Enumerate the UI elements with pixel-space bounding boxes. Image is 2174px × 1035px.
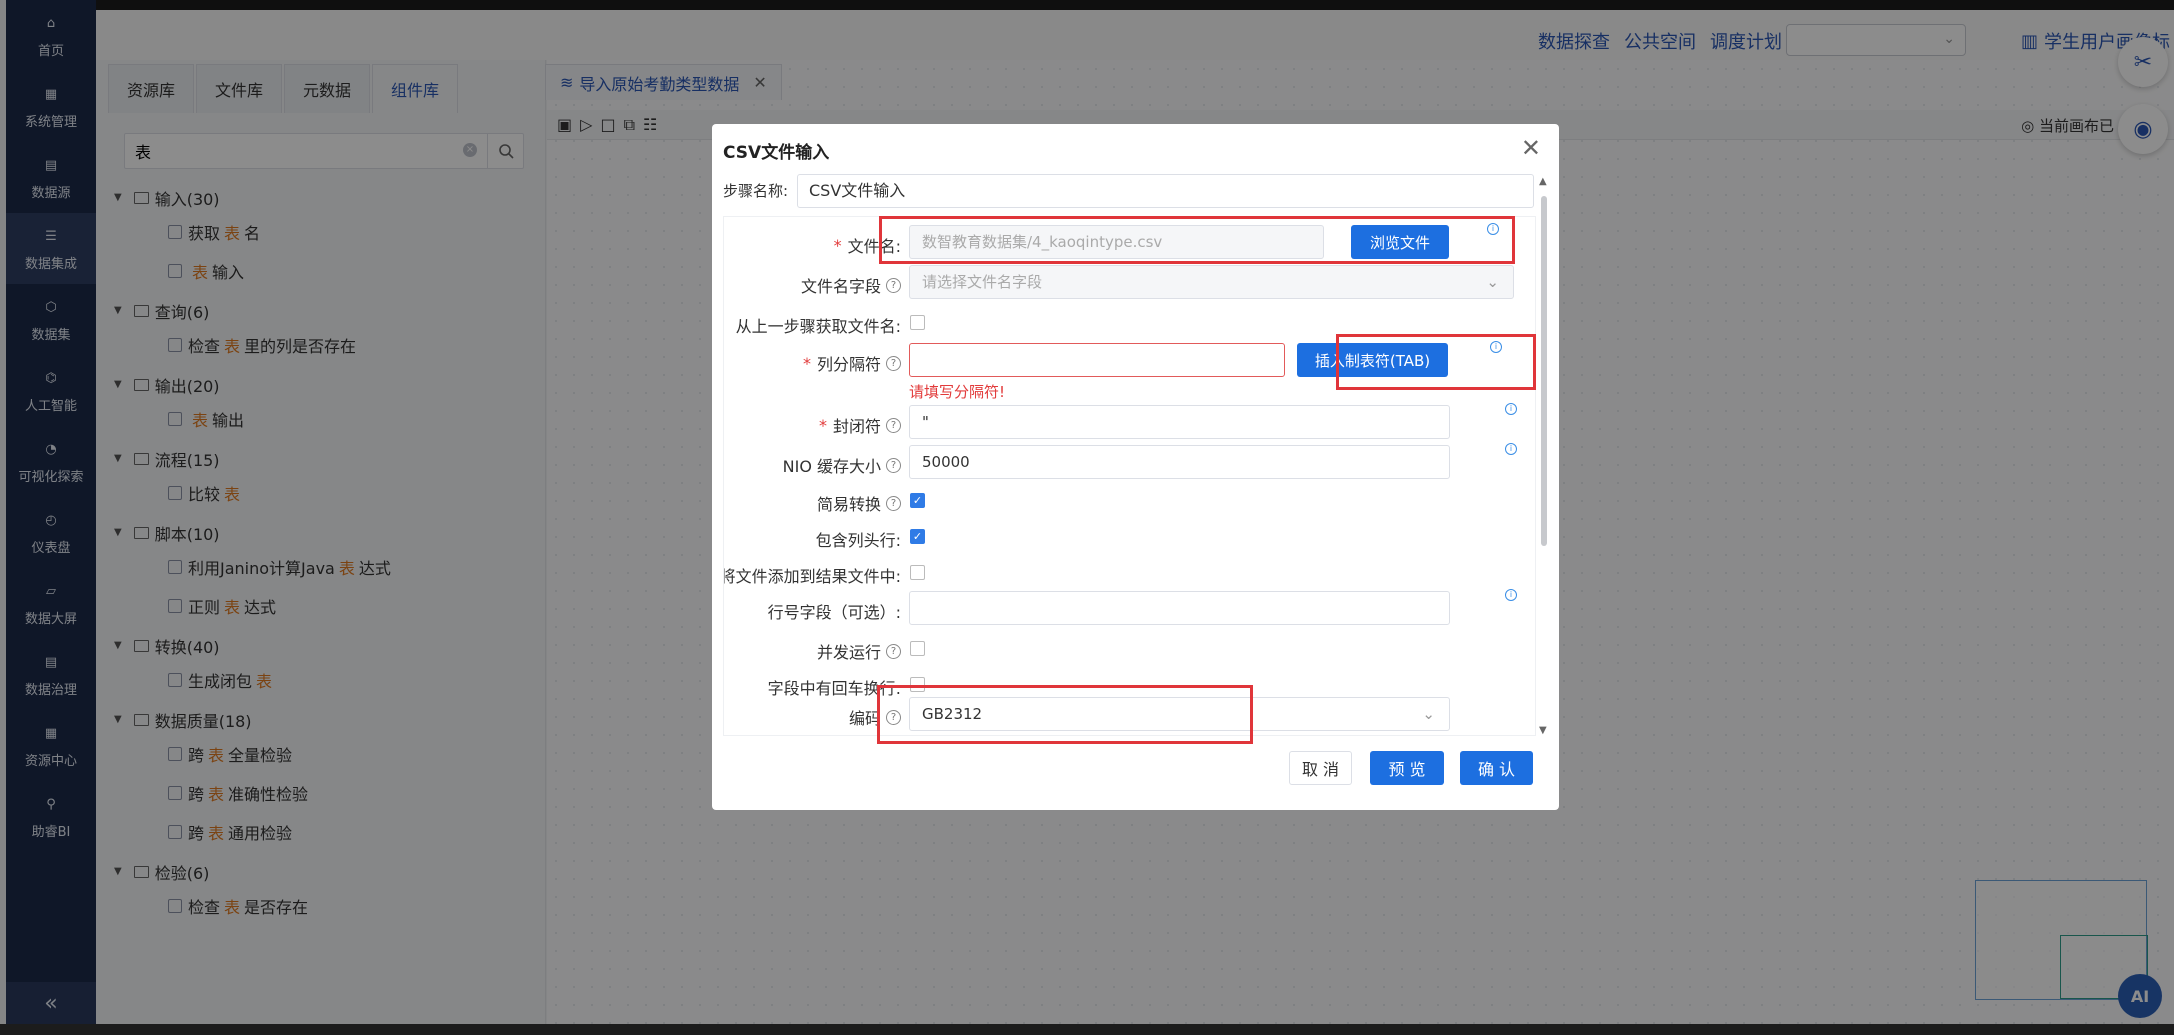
add-result-label: 将文件添加到结果文件中: (723, 567, 901, 586)
header-checkbox[interactable]: ✓ (910, 529, 925, 544)
row-enclosure: * 封闭符? " i (724, 403, 1535, 441)
row-simple: 简易转换? ✓ (724, 483, 1535, 519)
separator-label: * 列分隔符? (803, 351, 901, 375)
filename-field-select[interactable]: 请选择文件名字段 ⌄ (909, 265, 1514, 299)
chevron-down-icon: ⌄ (1486, 273, 1499, 291)
step-name-input[interactable]: CSV文件输入 (797, 174, 1534, 208)
help-icon: ? (886, 417, 901, 433)
enclosure-label: * 封闭符? (819, 413, 901, 437)
from-prev-label: 从上一步骤获取文件名: (735, 317, 901, 336)
highlight-filename (879, 216, 1515, 264)
cancel-button[interactable]: 取 消 (1289, 751, 1352, 785)
row-add-result: 将文件添加到结果文件中: (723, 555, 1535, 591)
enclosure-input[interactable]: " (909, 405, 1450, 439)
scroll-down-icon[interactable]: ▼ (1539, 725, 1547, 736)
scroll-up-icon[interactable]: ▲ (1539, 176, 1547, 187)
separator-error: 请填写分隔符! (909, 383, 1006, 401)
bottom-bar (0, 1024, 2174, 1035)
row-parallel: 并发运行? (724, 631, 1535, 667)
step-name-label: 步骤名称: (723, 182, 789, 200)
row-filename-field: 文件名字段? 请选择文件名字段 ⌄ (724, 265, 1535, 301)
chevron-down-icon: ⌄ (1422, 705, 1435, 723)
dialog-title: CSV文件输入 (723, 143, 830, 163)
info-icon: i (1505, 443, 1517, 455)
filename-field-label: 文件名字段? (801, 273, 901, 297)
parallel-checkbox[interactable] (910, 641, 925, 656)
dialog-scrollbar[interactable]: ▲ ▼ (1538, 176, 1550, 736)
add-result-checkbox[interactable] (910, 565, 925, 580)
simple-label: 简易转换? (817, 491, 901, 515)
highlight-encoding (877, 685, 1253, 744)
simple-checkbox[interactable]: ✓ (910, 493, 925, 508)
nio-label: NIO 缓存大小? (783, 453, 901, 477)
help-icon: ? (886, 355, 901, 371)
scroll-thumb[interactable] (1541, 196, 1547, 546)
header-label: 包含列头行: (815, 531, 901, 550)
row-rownum: 行号字段（可选）: i (724, 589, 1535, 627)
row-nio: NIO 缓存大小? 50000 i (724, 443, 1535, 481)
confirm-button[interactable]: 确 认 (1460, 751, 1533, 785)
help-icon: ? (886, 457, 901, 473)
preview-button[interactable]: 预 览 (1370, 751, 1444, 785)
help-icon: ? (886, 495, 901, 511)
from-prev-checkbox[interactable] (910, 315, 925, 330)
form-area: * 文件名: 数智教育数据集/4_kaoqintype.csv 浏览文件 i 文件… (723, 216, 1536, 736)
nio-input[interactable]: 50000 (909, 445, 1450, 479)
help-icon: ? (886, 277, 901, 293)
row-header: 包含列头行: ✓ (724, 519, 1535, 555)
highlight-insert-tab (1336, 334, 1536, 390)
rownum-input[interactable] (909, 591, 1450, 625)
parallel-label: 并发运行? (817, 639, 901, 663)
info-icon: i (1505, 403, 1517, 415)
info-icon: i (1505, 589, 1517, 601)
close-icon[interactable]: ✕ (1521, 134, 1541, 162)
separator-input[interactable] (909, 343, 1285, 377)
help-icon: ? (886, 643, 901, 659)
rownum-label: 行号字段（可选）: (767, 603, 901, 622)
